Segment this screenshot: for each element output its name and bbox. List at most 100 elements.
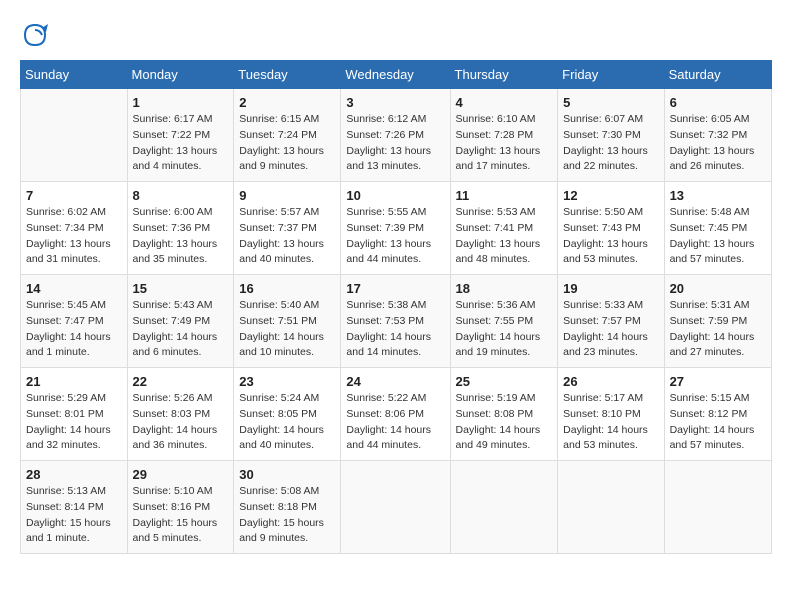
day-info: Sunrise: 6:00 AMSunset: 7:36 PMDaylight:…: [133, 205, 229, 268]
calendar-day-cell: 7Sunrise: 6:02 AMSunset: 7:34 PMDaylight…: [21, 182, 128, 275]
day-info: Sunrise: 6:02 AMSunset: 7:34 PMDaylight:…: [26, 205, 122, 268]
day-number: 14: [26, 281, 122, 296]
calendar-day-cell: 18 Sunrise: 5:36 AMSunset: 7:55 PMDayligh…: [450, 275, 558, 368]
day-number: 17: [346, 281, 444, 296]
calendar-day-cell: 29 Sunrise: 5:10 AMSunset: 8:16 PMDayligh…: [127, 461, 234, 554]
calendar-day-cell: 3 Sunrise: 6:12 AMSunset: 7:26 PMDaylight…: [341, 89, 450, 182]
day-info: Sunrise: 5:57 AMSunset: 7:37 PMDaylight:…: [239, 205, 335, 268]
calendar-week-row: 7Sunrise: 6:02 AMSunset: 7:34 PMDaylight…: [21, 182, 772, 275]
day-number: 2: [239, 95, 335, 110]
day-info: Sunrise: 5:33 AMSunset: 7:57 PMDaylight:…: [563, 298, 658, 361]
day-info: Sunrise: 5:13 AMSunset: 8:14 PMDaylight:…: [26, 484, 122, 547]
calendar-day-cell: 20 Sunrise: 5:31 AMSunset: 7:59 PMDayligh…: [664, 275, 771, 368]
calendar-day-cell: [450, 461, 558, 554]
calendar-day-cell: 13 Sunrise: 5:48 AMSunset: 7:45 PMDayligh…: [664, 182, 771, 275]
day-info: Sunrise: 5:31 AMSunset: 7:59 PMDaylight:…: [670, 298, 766, 361]
calendar-day-cell: 9 Sunrise: 5:57 AMSunset: 7:37 PMDaylight…: [234, 182, 341, 275]
day-number: 6: [670, 95, 766, 110]
day-number: 1: [133, 95, 229, 110]
calendar-week-row: 14 Sunrise: 5:45 AMSunset: 7:47 PMDayligh…: [21, 275, 772, 368]
day-number: 15: [133, 281, 229, 296]
day-number: 20: [670, 281, 766, 296]
day-number: 4: [456, 95, 553, 110]
calendar-day-cell: 30 Sunrise: 5:08 AMSunset: 8:18 PMDayligh…: [234, 461, 341, 554]
logo: [20, 20, 54, 50]
calendar-table: SundayMondayTuesdayWednesdayThursdayFrid…: [20, 60, 772, 554]
calendar-day-cell: 24 Sunrise: 5:22 AMSunset: 8:06 PMDayligh…: [341, 368, 450, 461]
day-number: 10: [346, 188, 444, 203]
day-number: 16: [239, 281, 335, 296]
calendar-day-cell: 17 Sunrise: 5:38 AMSunset: 7:53 PMDayligh…: [341, 275, 450, 368]
day-number: 18: [456, 281, 553, 296]
day-info: Sunrise: 5:15 AMSunset: 8:12 PMDaylight:…: [670, 391, 766, 454]
day-number: 3: [346, 95, 444, 110]
calendar-day-cell: 1 Sunrise: 6:17 AMSunset: 7:22 PMDaylight…: [127, 89, 234, 182]
day-info: Sunrise: 5:45 AMSunset: 7:47 PMDaylight:…: [26, 298, 122, 361]
day-info: Sunrise: 6:07 AMSunset: 7:30 PMDaylight:…: [563, 112, 658, 175]
day-info: Sunrise: 5:48 AMSunset: 7:45 PMDaylight:…: [670, 205, 766, 268]
calendar-day-cell: 26 Sunrise: 5:17 AMSunset: 8:10 PMDayligh…: [558, 368, 664, 461]
day-number: 30: [239, 467, 335, 482]
calendar-day-cell: 5 Sunrise: 6:07 AMSunset: 7:30 PMDaylight…: [558, 89, 664, 182]
day-info: Sunrise: 5:22 AMSunset: 8:06 PMDaylight:…: [346, 391, 444, 454]
day-number: 29: [133, 467, 229, 482]
weekday-header: Wednesday: [341, 61, 450, 89]
weekday-header: Sunday: [21, 61, 128, 89]
day-info: Sunrise: 5:36 AMSunset: 7:55 PMDaylight:…: [456, 298, 553, 361]
header-row: SundayMondayTuesdayWednesdayThursdayFrid…: [21, 61, 772, 89]
day-info: Sunrise: 6:12 AMSunset: 7:26 PMDaylight:…: [346, 112, 444, 175]
calendar-day-cell: 15 Sunrise: 5:43 AMSunset: 7:49 PMDayligh…: [127, 275, 234, 368]
calendar-week-row: 21 Sunrise: 5:29 AMSunset: 8:01 PMDayligh…: [21, 368, 772, 461]
day-number: 24: [346, 374, 444, 389]
weekday-header: Tuesday: [234, 61, 341, 89]
day-info: Sunrise: 6:05 AMSunset: 7:32 PMDaylight:…: [670, 112, 766, 175]
calendar-day-cell: 10 Sunrise: 5:55 AMSunset: 7:39 PMDayligh…: [341, 182, 450, 275]
day-number: 12: [563, 188, 658, 203]
calendar-day-cell: 14 Sunrise: 5:45 AMSunset: 7:47 PMDayligh…: [21, 275, 128, 368]
calendar-day-cell: 11Sunrise: 5:53 AMSunset: 7:41 PMDayligh…: [450, 182, 558, 275]
day-info: Sunrise: 5:40 AMSunset: 7:51 PMDaylight:…: [239, 298, 335, 361]
day-info: Sunrise: 5:55 AMSunset: 7:39 PMDaylight:…: [346, 205, 444, 268]
calendar-day-cell: 6 Sunrise: 6:05 AMSunset: 7:32 PMDaylight…: [664, 89, 771, 182]
day-number: 27: [670, 374, 766, 389]
day-info: Sunrise: 5:10 AMSunset: 8:16 PMDaylight:…: [133, 484, 229, 547]
calendar-day-cell: 28 Sunrise: 5:13 AMSunset: 8:14 PMDayligh…: [21, 461, 128, 554]
calendar-day-cell: 2Sunrise: 6:15 AMSunset: 7:24 PMDaylight…: [234, 89, 341, 182]
calendar-day-cell: 21 Sunrise: 5:29 AMSunset: 8:01 PMDayligh…: [21, 368, 128, 461]
day-info: Sunrise: 5:24 AMSunset: 8:05 PMDaylight:…: [239, 391, 335, 454]
calendar-day-cell: [341, 461, 450, 554]
calendar-week-row: 1 Sunrise: 6:17 AMSunset: 7:22 PMDaylight…: [21, 89, 772, 182]
day-info: Sunrise: 5:08 AMSunset: 8:18 PMDaylight:…: [239, 484, 335, 547]
day-number: 8: [133, 188, 229, 203]
calendar-day-cell: 22 Sunrise: 5:26 AMSunset: 8:03 PMDayligh…: [127, 368, 234, 461]
calendar-day-cell: 4 Sunrise: 6:10 AMSunset: 7:28 PMDaylight…: [450, 89, 558, 182]
day-info: Sunrise: 5:53 AMSunset: 7:41 PMDaylight:…: [456, 205, 553, 268]
day-info: Sunrise: 5:17 AMSunset: 8:10 PMDaylight:…: [563, 391, 658, 454]
calendar-day-cell: 27 Sunrise: 5:15 AMSunset: 8:12 PMDayligh…: [664, 368, 771, 461]
calendar-day-cell: 8 Sunrise: 6:00 AMSunset: 7:36 PMDaylight…: [127, 182, 234, 275]
weekday-header: Saturday: [664, 61, 771, 89]
calendar-week-row: 28 Sunrise: 5:13 AMSunset: 8:14 PMDayligh…: [21, 461, 772, 554]
day-number: 22: [133, 374, 229, 389]
day-info: Sunrise: 5:43 AMSunset: 7:49 PMDaylight:…: [133, 298, 229, 361]
day-number: 5: [563, 95, 658, 110]
calendar-day-cell: [664, 461, 771, 554]
logo-icon: [20, 20, 50, 50]
day-number: 28: [26, 467, 122, 482]
calendar-day-cell: [21, 89, 128, 182]
day-number: 21: [26, 374, 122, 389]
day-info: Sunrise: 6:17 AMSunset: 7:22 PMDaylight:…: [133, 112, 229, 175]
calendar-day-cell: 23Sunrise: 5:24 AMSunset: 8:05 PMDayligh…: [234, 368, 341, 461]
day-number: 9: [239, 188, 335, 203]
day-info: Sunrise: 5:29 AMSunset: 8:01 PMDaylight:…: [26, 391, 122, 454]
day-number: 13: [670, 188, 766, 203]
day-number: 19: [563, 281, 658, 296]
calendar-day-cell: 12Sunrise: 5:50 AMSunset: 7:43 PMDayligh…: [558, 182, 664, 275]
day-info: Sunrise: 6:10 AMSunset: 7:28 PMDaylight:…: [456, 112, 553, 175]
day-info: Sunrise: 5:26 AMSunset: 8:03 PMDaylight:…: [133, 391, 229, 454]
calendar-day-cell: 16 Sunrise: 5:40 AMSunset: 7:51 PMDayligh…: [234, 275, 341, 368]
day-info: Sunrise: 5:38 AMSunset: 7:53 PMDaylight:…: [346, 298, 444, 361]
day-number: 26: [563, 374, 658, 389]
weekday-header: Thursday: [450, 61, 558, 89]
weekday-header: Friday: [558, 61, 664, 89]
